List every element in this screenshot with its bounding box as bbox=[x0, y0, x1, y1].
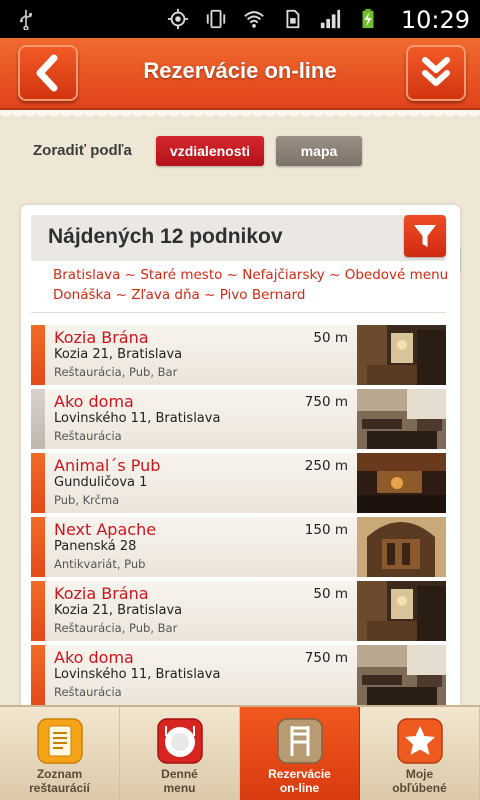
item-marker bbox=[31, 517, 45, 577]
app-header: Rezervácie on-line bbox=[0, 38, 480, 110]
item-marker bbox=[31, 645, 45, 705]
restaurant-photo bbox=[357, 581, 446, 641]
sort-bar: Zoradiť podľa vzdialenosti mapa zoznam bbox=[0, 124, 480, 274]
wifi-icon bbox=[244, 11, 264, 28]
restaurant-address: Kozia 21, Bratislava bbox=[54, 347, 183, 362]
restaurant-type: Reštaurácia, Pub, Bar bbox=[54, 365, 178, 379]
restaurant-type: Pub, Krčma bbox=[54, 493, 120, 507]
item-marker bbox=[31, 325, 45, 385]
item-marker bbox=[31, 581, 45, 641]
usb-icon bbox=[19, 9, 32, 30]
restaurant-name: Ako doma bbox=[54, 648, 134, 667]
nav-online-reservations[interactable]: Rezervácie on-line bbox=[240, 707, 360, 800]
restaurant-photo bbox=[357, 517, 446, 577]
chair-icon bbox=[277, 718, 323, 764]
list-item[interactable]: Animal´s Pub Gunduličova 1 Pub, Krčma 25… bbox=[31, 453, 446, 513]
restaurant-type: Antikvariát, Pub bbox=[54, 557, 146, 571]
funnel-icon bbox=[414, 225, 436, 247]
lace-divider bbox=[0, 110, 480, 122]
restaurant-address: Panenská 28 bbox=[54, 539, 137, 554]
restaurant-type: Reštaurácia bbox=[54, 685, 122, 699]
restaurant-address: Lovinského 11, Bratislava bbox=[54, 667, 221, 682]
list-item[interactable]: Ako doma Lovinského 11, Bratislava Rešta… bbox=[31, 645, 446, 705]
filter-button[interactable] bbox=[404, 215, 446, 257]
gps-icon bbox=[167, 8, 189, 30]
active-filters[interactable]: Bratislava ~ Staré mesto ~ Nefajčiarsky … bbox=[31, 261, 449, 313]
restaurant-address: Kozia 21, Bratislava bbox=[54, 603, 183, 618]
list-item[interactable]: Kozia Brána Kozia 21, Bratislava Reštaur… bbox=[31, 581, 446, 641]
plate-icon bbox=[157, 718, 203, 764]
restaurant-address: Gunduličova 1 bbox=[54, 475, 148, 490]
star-icon bbox=[397, 718, 443, 764]
item-marker bbox=[31, 389, 45, 449]
nav-label: Denné menu bbox=[161, 767, 198, 795]
double-chevron-down-icon bbox=[422, 57, 450, 86]
restaurant-distance: 750 m bbox=[304, 394, 348, 410]
restaurant-distance: 50 m bbox=[313, 330, 348, 346]
restaurant-distance: 750 m bbox=[304, 650, 348, 666]
restaurant-photo bbox=[357, 389, 446, 449]
sort-label: Zoradiť podľa bbox=[33, 142, 132, 159]
restaurant-address: Lovinského 11, Bratislava bbox=[54, 411, 221, 426]
battery-charging-icon bbox=[362, 8, 374, 29]
restaurant-name: Next Apache bbox=[54, 520, 157, 539]
restaurant-name: Animal´s Pub bbox=[54, 456, 161, 475]
sort-map-button[interactable]: mapa bbox=[276, 136, 362, 166]
results-count-title: Nájdených 12 podnikov bbox=[48, 225, 283, 248]
status-bar: 10:29 bbox=[0, 0, 480, 38]
list-item[interactable]: Next Apache Panenská 28 Antikvariát, Pub… bbox=[31, 517, 446, 577]
list-document-icon bbox=[37, 718, 83, 764]
item-marker bbox=[31, 453, 45, 513]
nav-daily-menu[interactable]: Denné menu bbox=[120, 707, 240, 800]
sim-icon bbox=[286, 9, 300, 29]
menu-button[interactable] bbox=[406, 45, 466, 101]
clock: 10:29 bbox=[400, 6, 470, 34]
restaurant-type: Reštaurácia, Pub, Bar bbox=[54, 621, 178, 635]
filter-tags-line: Donáška ~ Zľava dňa ~ Pivo Bernard bbox=[53, 287, 306, 303]
nav-label: Rezervácie on-line bbox=[268, 767, 331, 795]
restaurant-type: Reštaurácia bbox=[54, 429, 122, 443]
restaurant-name: Ako doma bbox=[54, 392, 134, 411]
nav-label: Moje obľúbené bbox=[392, 767, 447, 795]
restaurant-distance: 150 m bbox=[304, 522, 348, 538]
filter-tags-line: Bratislava ~ Staré mesto ~ Nefajčiarsky … bbox=[53, 267, 449, 283]
restaurant-name: Kozia Brána bbox=[54, 584, 149, 603]
signal-icon bbox=[320, 9, 341, 29]
restaurant-name: Kozia Brána bbox=[54, 328, 149, 347]
list-item[interactable]: Kozia Brána Kozia 21, Bratislava Reštaur… bbox=[31, 325, 446, 385]
nav-restaurant-list[interactable]: Zoznam reštaurácií bbox=[0, 707, 120, 800]
restaurant-distance: 250 m bbox=[304, 458, 348, 474]
restaurant-photo bbox=[357, 645, 446, 705]
restaurant-distance: 50 m bbox=[313, 586, 348, 602]
list-item[interactable]: Ako doma Lovinského 11, Bratislava Rešta… bbox=[31, 389, 446, 449]
restaurant-photo bbox=[357, 325, 446, 385]
bottom-navigation: Zoznam reštaurácií Denné menu Rezervácie on… bbox=[0, 705, 480, 800]
results-header: Nájdených 12 podnikov bbox=[31, 215, 446, 261]
restaurant-photo bbox=[357, 453, 446, 513]
vibrate-icon bbox=[206, 9, 226, 29]
nav-label: Zoznam reštaurácií bbox=[29, 767, 90, 795]
sort-by-distance-button[interactable]: vzdialenosti bbox=[156, 136, 264, 166]
nav-favorites[interactable]: Moje obľúbené bbox=[360, 707, 480, 800]
results-card: Nájdených 12 podnikov Bratislava ~ Staré… bbox=[21, 205, 460, 715]
